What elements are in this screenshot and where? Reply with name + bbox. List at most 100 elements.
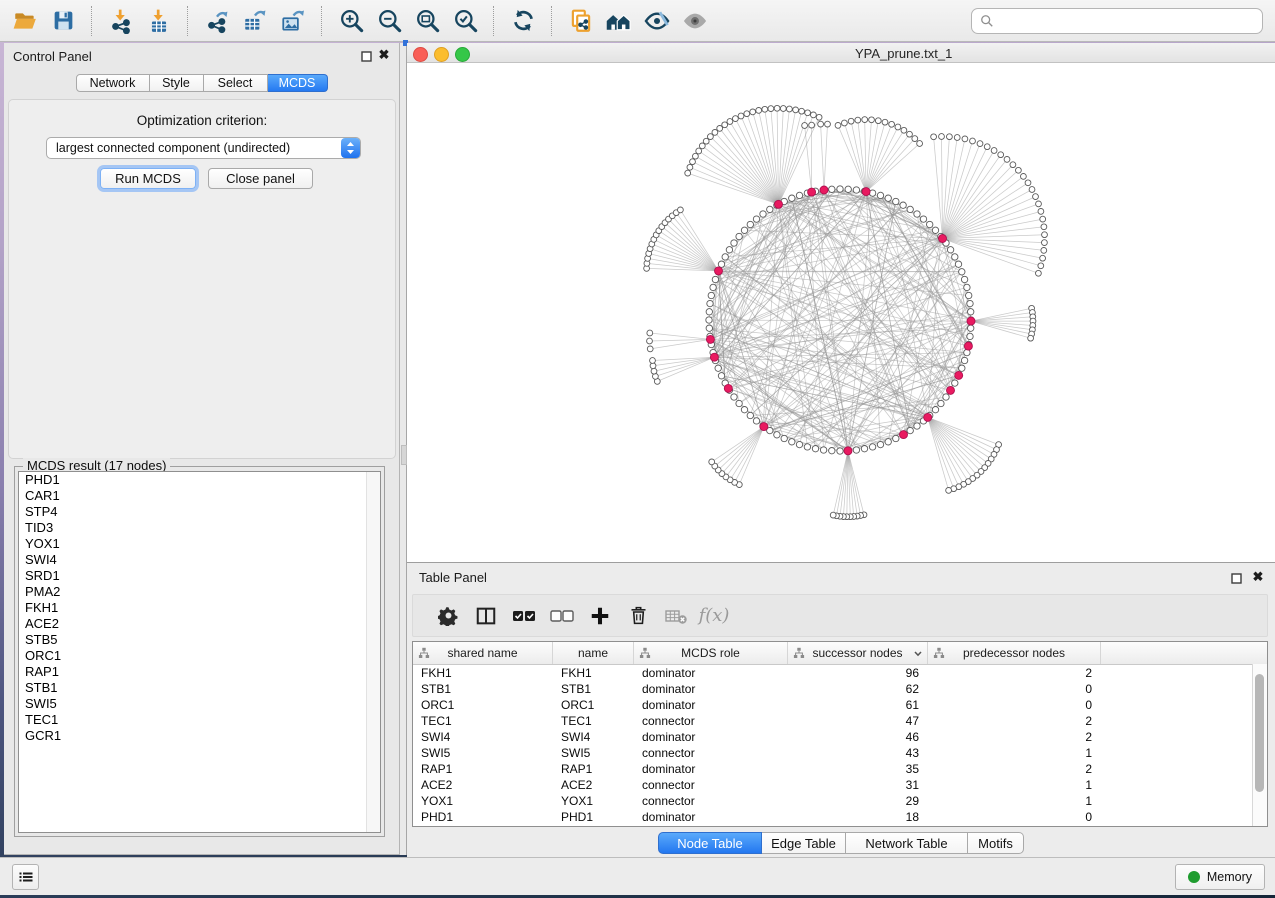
graph-node[interactable]	[799, 108, 805, 114]
show-columns-button[interactable]	[471, 601, 501, 631]
delete-row-button[interactable]	[623, 601, 653, 631]
window-close-icon[interactable]	[413, 47, 428, 62]
graph-node[interactable]	[1042, 240, 1048, 246]
graph-node[interactable]	[722, 122, 728, 128]
graph-node[interactable]	[760, 211, 766, 217]
graph-node[interactable]	[962, 136, 968, 142]
export-table-button[interactable]	[238, 4, 272, 38]
graph-node[interactable]	[914, 423, 920, 429]
table-row[interactable]: FKH1FKH1dominator962	[413, 665, 1267, 681]
graph-node[interactable]	[706, 325, 712, 331]
graph-node[interactable]	[939, 134, 945, 140]
graph-node[interactable]	[736, 400, 742, 406]
graph-node[interactable]	[707, 300, 713, 306]
graph-node[interactable]	[920, 216, 926, 222]
hide-selected-button[interactable]	[640, 4, 674, 38]
graph-node[interactable]	[1021, 174, 1027, 180]
graph-node[interactable]	[811, 112, 817, 118]
graph-node[interactable]	[1029, 187, 1035, 193]
graph-node[interactable]	[959, 365, 965, 371]
graph-node[interactable]	[1033, 194, 1039, 200]
graph-node-mcds-pma2[interactable]	[820, 186, 828, 194]
memory-button[interactable]: Memory	[1175, 864, 1265, 890]
graph-node[interactable]	[1016, 167, 1022, 173]
graph-node[interactable]	[767, 206, 773, 212]
graph-node[interactable]	[1041, 224, 1047, 230]
graph-node[interactable]	[927, 221, 933, 227]
graph-node[interactable]	[647, 330, 653, 336]
graph-node[interactable]	[848, 118, 854, 124]
graph-node[interactable]	[678, 207, 684, 213]
list-item[interactable]: STB1	[19, 680, 380, 696]
column-header-successor-nodes[interactable]: successor nodes	[788, 642, 928, 664]
graph-node[interactable]	[1038, 209, 1044, 215]
graph-node[interactable]	[869, 444, 875, 450]
graph-node[interactable]	[907, 206, 913, 212]
graph-node-mcds-car1[interactable]	[964, 342, 972, 350]
graph-node[interactable]	[747, 412, 753, 418]
first-neighbors-button[interactable]	[602, 4, 636, 38]
open-file-button[interactable]	[8, 4, 42, 38]
column-header-MCDS-role[interactable]: MCDS role	[634, 642, 788, 664]
graph-node[interactable]	[889, 121, 895, 127]
graph-node[interactable]	[796, 441, 802, 447]
list-item[interactable]: YOX1	[19, 536, 380, 552]
refresh-network-button[interactable]	[506, 4, 540, 38]
list-item[interactable]: SRD1	[19, 568, 380, 584]
graph-node[interactable]	[715, 365, 721, 371]
graph-node-mcds-fkh1[interactable]	[939, 235, 947, 243]
graph-node[interactable]	[946, 488, 952, 494]
graph-node[interactable]	[812, 446, 818, 452]
graph-node[interactable]	[977, 141, 983, 147]
graph-node[interactable]	[736, 233, 742, 239]
tab-mcds[interactable]: MCDS	[268, 74, 328, 92]
table-row[interactable]: STB1STB1dominator620	[413, 681, 1267, 697]
graph-node[interactable]	[952, 254, 958, 260]
export-image-button[interactable]	[276, 4, 310, 38]
list-item[interactable]: SWI4	[19, 552, 380, 568]
graph-node[interactable]	[727, 119, 733, 125]
graph-node[interactable]	[984, 144, 990, 150]
graph-node[interactable]	[710, 284, 716, 290]
graph-node[interactable]	[774, 105, 780, 111]
network-canvas[interactable]	[407, 63, 1275, 562]
graph-node[interactable]	[750, 109, 756, 115]
list-item[interactable]: RAP1	[19, 664, 380, 680]
graph-node-mcds-swi4[interactable]	[924, 413, 932, 421]
graph-node[interactable]	[781, 435, 787, 441]
graph-node[interactable]	[877, 192, 883, 198]
graph-node[interactable]	[718, 373, 724, 379]
graph-node[interactable]	[789, 195, 795, 201]
graph-node[interactable]	[741, 227, 747, 233]
graph-node[interactable]	[774, 432, 780, 438]
graph-node[interactable]	[967, 300, 973, 306]
table-row[interactable]: TEC1TEC1connector472	[413, 713, 1267, 729]
graph-node[interactable]	[901, 127, 907, 133]
graph-node[interactable]	[747, 221, 753, 227]
deselect-all-button[interactable]	[547, 601, 577, 631]
zoom-selected-button[interactable]	[448, 4, 482, 38]
graph-node[interactable]	[931, 134, 937, 140]
graph-node[interactable]	[1036, 270, 1042, 276]
import-table-button[interactable]	[142, 4, 176, 38]
sort-desc-icon[interactable]	[913, 649, 923, 659]
graph-node[interactable]	[938, 400, 944, 406]
graph-node-mcds-phd1[interactable]	[706, 335, 714, 343]
graph-node[interactable]	[842, 120, 848, 126]
table-settings-button[interactable]	[433, 601, 463, 631]
graph-node[interactable]	[1028, 335, 1034, 341]
graph-node[interactable]	[703, 138, 709, 144]
graph-node[interactable]	[855, 117, 861, 123]
graph-node[interactable]	[805, 110, 811, 116]
graph-node[interactable]	[709, 459, 715, 465]
graph-node-mcds-stp4[interactable]	[955, 371, 963, 379]
graph-node[interactable]	[964, 284, 970, 290]
graph-node[interactable]	[845, 186, 851, 192]
graph-node[interactable]	[917, 141, 923, 147]
float-table-panel-button[interactable]	[1229, 571, 1243, 585]
graph-node[interactable]	[818, 121, 824, 127]
graph-node[interactable]	[796, 192, 802, 198]
graph-node[interactable]	[816, 114, 822, 120]
graph-node[interactable]	[966, 292, 972, 298]
graph-node[interactable]	[690, 159, 696, 165]
